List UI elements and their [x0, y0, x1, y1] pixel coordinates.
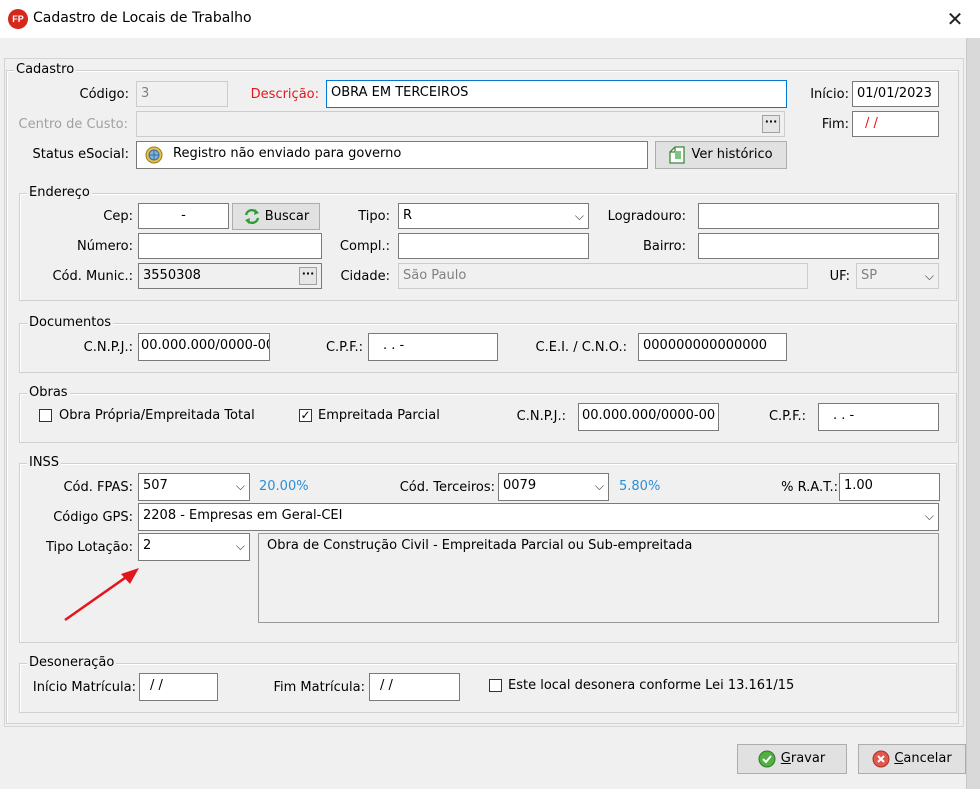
obras-cnpj-label: C.N.P.J.: — [516, 409, 566, 424]
chevron-down-icon: ⌵ — [594, 479, 604, 493]
rat-input[interactable]: 1.00 — [839, 473, 940, 501]
centro-custo-field — [136, 111, 785, 137]
logradouro-input[interactable] — [698, 203, 939, 229]
gravar-label: ravar — [790, 751, 826, 766]
status-esocial-field: Registro não enviado para governo — [136, 141, 648, 169]
documentos-legend: Documentos — [27, 315, 114, 330]
numero-input[interactable] — [138, 233, 322, 259]
status-esocial-label: Status eSocial: — [32, 147, 129, 162]
tipo-lotacao-label: Tipo Lotação: — [46, 540, 133, 555]
cidade-label: Cidade: — [340, 269, 390, 284]
cep-input[interactable]: - — [138, 203, 229, 229]
centro-custo-lookup-button[interactable]: ··· — [762, 115, 780, 133]
endereco-legend: Endereço — [27, 185, 92, 200]
background-window-edge — [966, 38, 980, 789]
close-icon[interactable]: ✕ — [938, 4, 972, 34]
doc-cnpj-input[interactable]: 00.000.000/0000-00 — [138, 333, 270, 361]
cancel-circle-icon — [872, 750, 890, 768]
compl-input[interactable] — [398, 233, 589, 259]
descricao-input[interactable]: OBRA EM TERCEIROS — [326, 80, 787, 108]
codigo-label: Código: — [79, 87, 129, 102]
inicio-matricula-input[interactable]: / / — [139, 673, 218, 701]
red-arrow-annotation — [64, 568, 139, 622]
empreitada-parcial-label: Empreitada Parcial — [318, 408, 440, 423]
inicio-label: Início: — [810, 87, 849, 102]
tipo-lotacao-select[interactable]: 2 ⌵ — [138, 533, 250, 561]
doc-cpf-input[interactable]: . . - — [368, 333, 498, 361]
gravar-button[interactable]: Gravar — [737, 744, 847, 774]
compl-label: Compl.: — [339, 239, 390, 254]
fim-label: Fim: — [821, 117, 849, 132]
cidade-field: São Paulo — [398, 263, 808, 289]
desonera-lei-label: Este local desonera conforme Lei 13.161/… — [508, 678, 795, 693]
tipo-label: Tipo: — [358, 209, 390, 224]
logradouro-label: Logradouro: — [607, 209, 686, 224]
doc-cnpj-label: C.N.P.J.: — [83, 340, 133, 355]
uf-select: SP ⌵ — [856, 263, 939, 289]
gps-select[interactable]: 2208 - Empresas em Geral-CEI ⌵ — [138, 503, 939, 531]
fpas-percent: 20.00% — [259, 479, 309, 494]
lotacao-description: Obra de Construção Civil - Empreitada Pa… — [258, 533, 939, 623]
obra-propria-label: Obra Própria/Empreitada Total — [59, 408, 255, 423]
desonera-lei-checkbox[interactable] — [489, 679, 502, 692]
obras-cpf-label: C.P.F.: — [768, 409, 806, 424]
obras-cpf-input[interactable]: . . - — [818, 403, 939, 431]
window-title: Cadastro de Locais de Trabalho — [33, 10, 252, 26]
gps-label: Código GPS: — [53, 510, 133, 525]
numero-label: Número: — [76, 239, 133, 254]
inicio-matricula-label: Início Matrícula: — [32, 680, 136, 695]
bairro-label: Bairro: — [642, 239, 686, 254]
cei-cno-input[interactable]: 000000000000000 — [638, 333, 787, 361]
app-logo-icon: FP — [8, 9, 28, 29]
cancelar-label: ancelar — [903, 751, 952, 766]
codigo-field: 3 — [136, 81, 228, 107]
obras-cnpj-input[interactable]: 00.000.000/0000-00 — [578, 403, 719, 431]
bairro-input[interactable] — [698, 233, 939, 259]
chevron-down-icon: ⌵ — [924, 509, 934, 523]
globe-status-icon — [145, 146, 163, 164]
rat-label: % R.A.T.: — [781, 480, 838, 495]
fpas-label: Cód. FPAS: — [63, 480, 133, 495]
gravar-mnemonic: G — [780, 751, 791, 766]
desoneracao-legend: Desoneração — [27, 655, 117, 670]
history-document-icon — [669, 146, 685, 164]
chevron-down-icon: ⌵ — [235, 479, 245, 493]
cod-munic-field[interactable]: 3550308 — [138, 263, 322, 289]
cep-label: Cep: — [103, 209, 133, 224]
obra-propria-checkbox[interactable] — [39, 409, 52, 422]
check-circle-icon — [758, 750, 776, 768]
tipo-select[interactable]: R ⌵ — [398, 203, 589, 229]
cei-cno-label: C.E.I. / C.N.O.: — [535, 340, 627, 355]
empreitada-parcial-checkbox[interactable]: ✓ — [299, 409, 312, 422]
fim-matricula-input[interactable]: / / — [369, 673, 460, 701]
terceiros-label: Cód. Terceiros: — [399, 480, 495, 495]
refresh-icon — [244, 208, 260, 225]
inicio-date-field[interactable]: 01/01/2023 — [852, 81, 939, 107]
cod-munic-label: Cód. Munic.: — [52, 269, 133, 284]
terceiros-percent: 5.80% — [619, 479, 661, 494]
fpas-select[interactable]: 507 ⌵ — [138, 473, 250, 501]
fim-date-field[interactable]: / / — [852, 111, 939, 137]
doc-cpf-label: C.P.F.: — [325, 340, 363, 355]
chevron-down-icon: ⌵ — [235, 539, 245, 553]
cadastro-legend: Cadastro — [14, 62, 77, 77]
terceiros-select[interactable]: 0079 ⌵ — [498, 473, 609, 501]
obras-legend: Obras — [27, 385, 70, 400]
chevron-down-icon: ⌵ — [924, 269, 934, 283]
uf-label: UF: — [829, 269, 850, 284]
cod-munic-lookup-button[interactable]: ··· — [299, 267, 317, 285]
descricao-label: Descrição: — [250, 87, 319, 102]
chevron-down-icon: ⌵ — [574, 209, 584, 223]
inss-legend: INSS — [27, 455, 62, 470]
centro-custo-label: Centro de Custo: — [18, 117, 128, 132]
fim-matricula-label: Fim Matrícula: — [273, 680, 365, 695]
